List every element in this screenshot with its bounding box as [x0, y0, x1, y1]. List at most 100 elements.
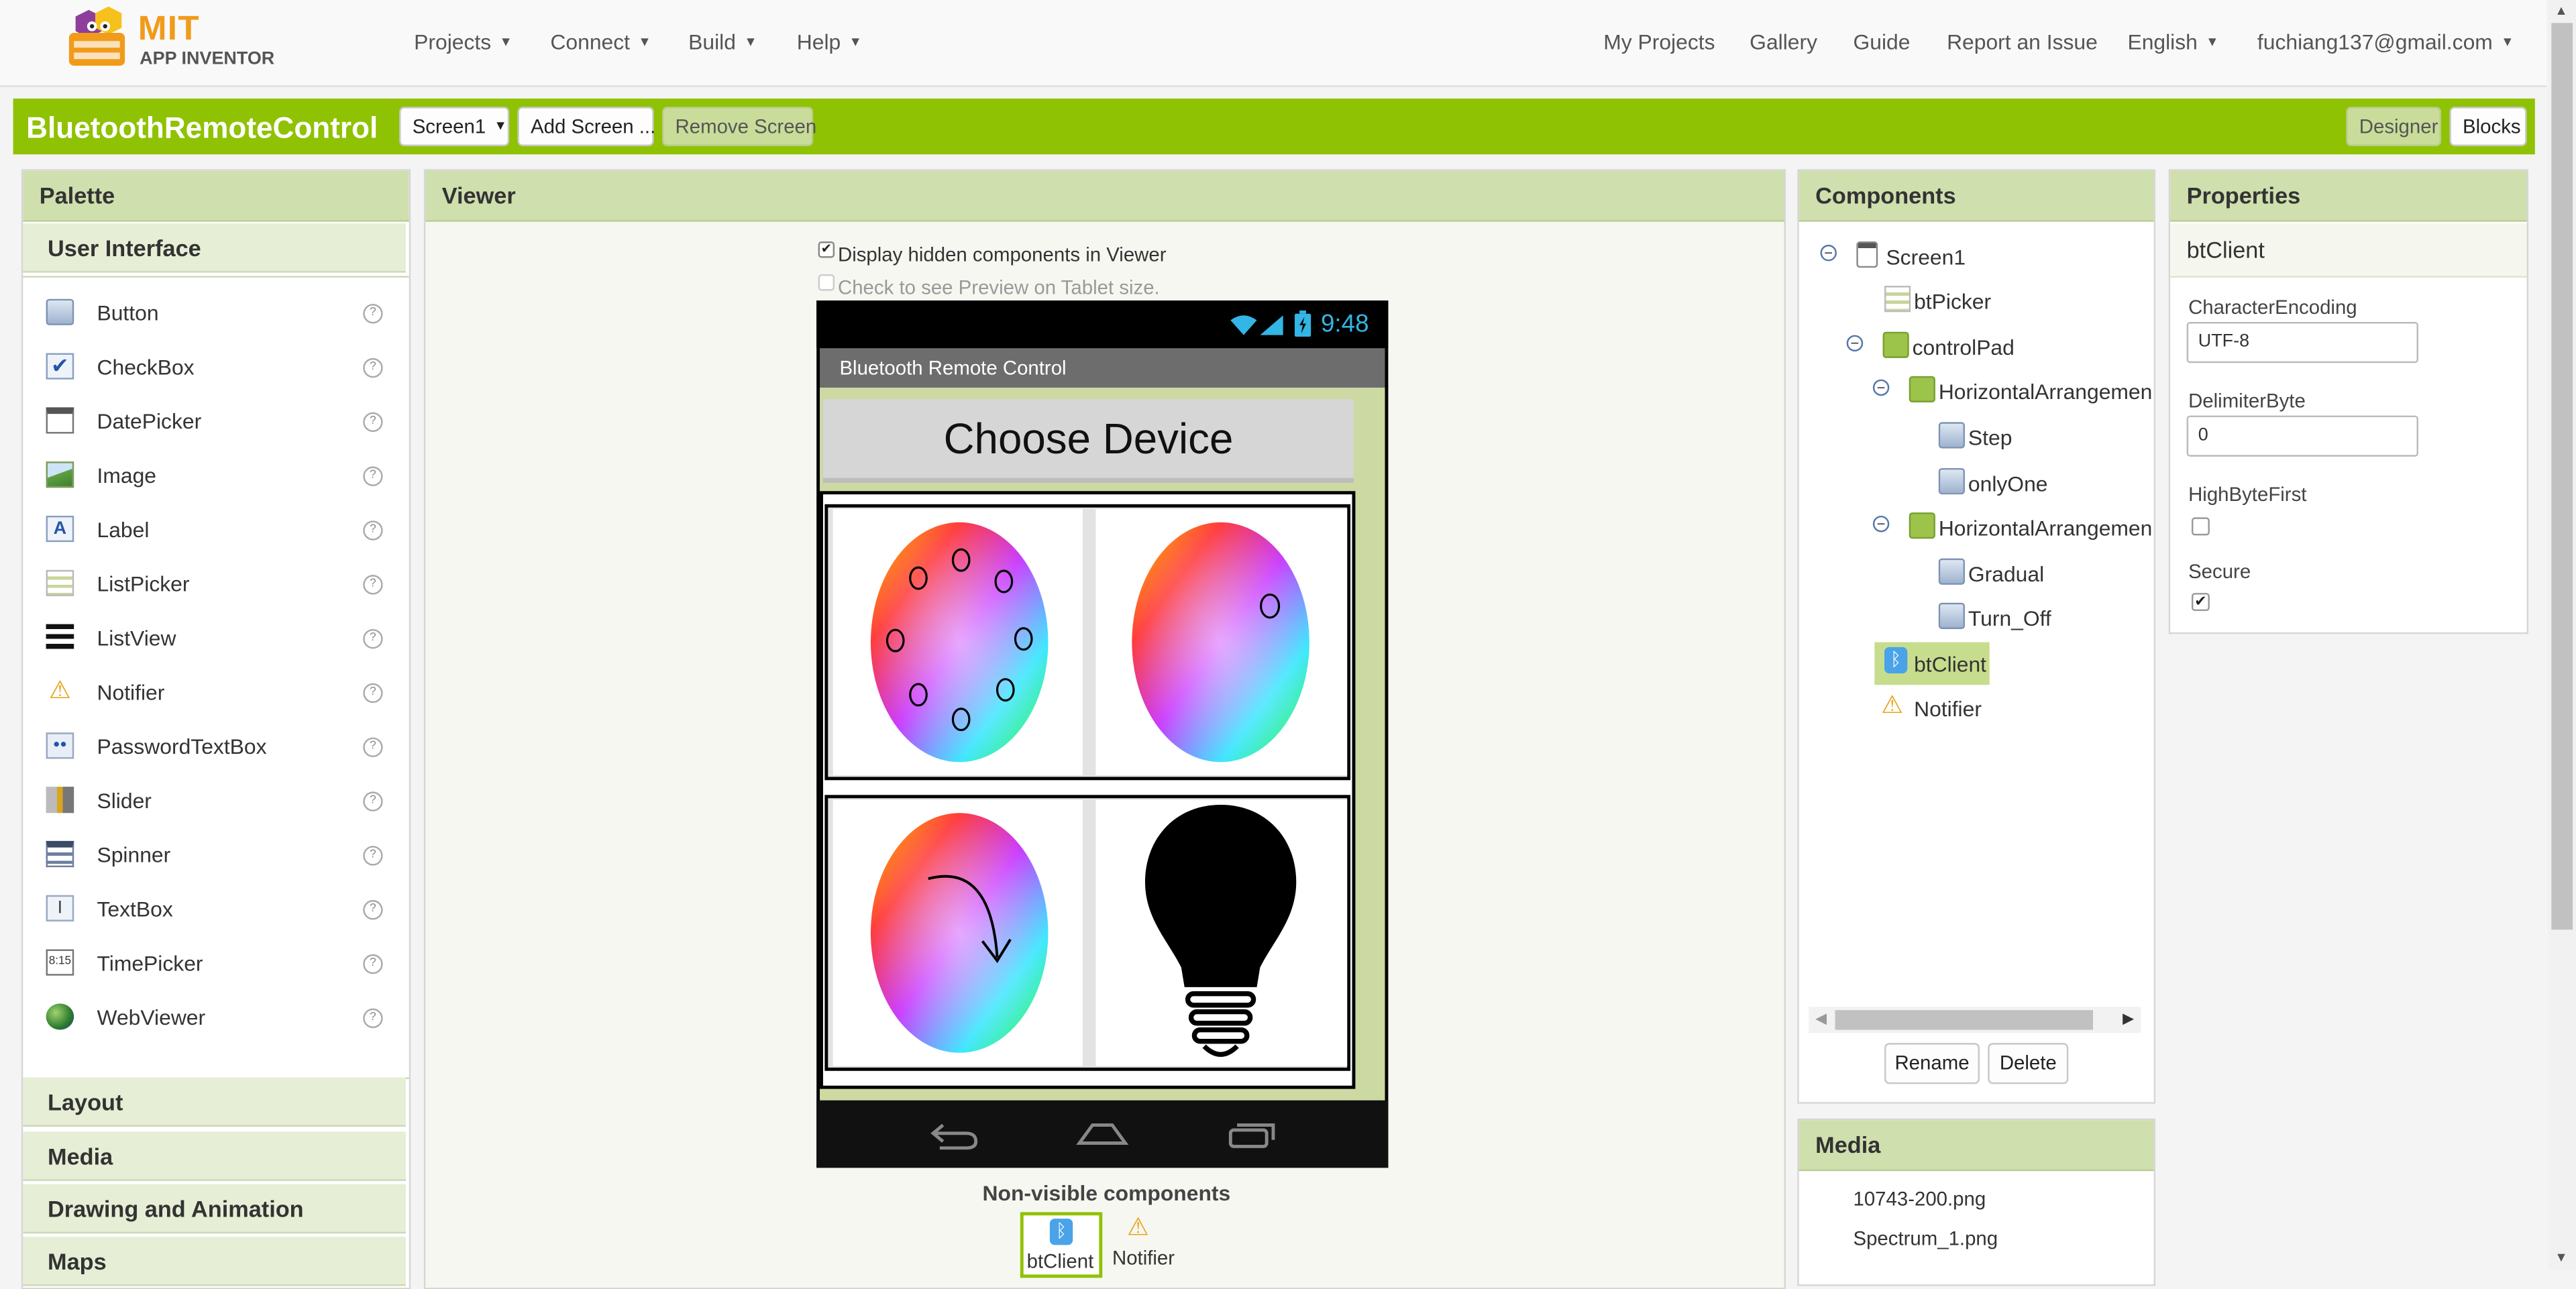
tablet-preview-checkbox[interactable] — [818, 274, 835, 291]
palette-item-slider[interactable]: Slider ? — [25, 773, 405, 828]
screen-select-value: Screen1 — [412, 115, 486, 138]
choose-device-button[interactable]: Choose Device — [822, 399, 1354, 484]
nav-link-gallery[interactable]: Gallery — [1750, 30, 1817, 54]
notifier-icon: ⚠ — [1881, 691, 1904, 720]
nav-menu-projects[interactable]: Projects ▼ — [414, 30, 513, 54]
help-icon[interactable]: ? — [363, 846, 383, 866]
only-one-button[interactable] — [1095, 509, 1348, 775]
help-icon[interactable]: ? — [363, 628, 383, 649]
collapse-icon[interactable]: − — [1872, 515, 1890, 533]
nonvisible-notifier[interactable]: ⚠ Notifier — [1111, 1212, 1183, 1278]
help-icon[interactable]: ? — [363, 304, 383, 324]
scroll-down-icon[interactable]: ▼ — [2555, 1250, 2567, 1265]
palette-item-spinner[interactable]: Spinner ? — [25, 828, 405, 882]
checkbox-icon: ✔ — [46, 353, 74, 380]
help-icon[interactable]: ? — [363, 1008, 383, 1029]
gradual-button[interactable] — [833, 799, 1083, 1066]
properties-panel: Properties btClient CharacterEncoding UT… — [2168, 169, 2529, 634]
nav-link-report-issue[interactable]: Report an Issue — [1947, 30, 2098, 54]
scrollbar-thumb[interactable] — [1835, 1010, 2094, 1030]
delete-button[interactable]: Delete — [1988, 1043, 2069, 1084]
add-screen-button[interactable]: Add Screen ... — [517, 107, 655, 146]
listpicker-icon — [1884, 286, 1911, 313]
home-icon[interactable] — [1076, 1120, 1129, 1150]
palette-category-media[interactable]: Media — [23, 1131, 406, 1181]
account-menu[interactable]: fuchiang137@gmail.com ▼ — [2257, 30, 2514, 54]
media-file-item[interactable]: 10743-200.png — [1853, 1188, 1986, 1211]
button-icon — [1938, 602, 1966, 629]
help-icon[interactable]: ? — [363, 357, 383, 378]
collapse-icon[interactable]: − — [1846, 335, 1864, 352]
rename-button[interactable]: Rename — [1884, 1043, 1980, 1084]
page-scrollbar[interactable]: ▲ ▼ — [2548, 0, 2576, 1270]
collapse-icon[interactable]: − — [1872, 379, 1890, 396]
palette-item-textbox[interactable]: I TextBox ? — [25, 882, 405, 936]
turn-off-button[interactable] — [1095, 799, 1348, 1066]
palette-item-timepicker[interactable]: 8:15 TimePicker ? — [25, 936, 405, 991]
nav-link-my-projects[interactable]: My Projects — [1603, 30, 1715, 54]
palette-category-user-interface[interactable]: User Interface — [23, 223, 406, 273]
tree-item-label: HorizontalArrangemen — [1938, 379, 2153, 404]
palette-category-drawing-animation[interactable]: Drawing and Animation — [23, 1184, 406, 1234]
help-icon[interactable]: ? — [363, 737, 383, 757]
palette-item-passwordtextbox[interactable]: ●● PasswordTextBox ? — [25, 720, 405, 774]
palette-category-layout[interactable]: Layout — [23, 1077, 406, 1127]
help-icon[interactable]: ? — [363, 412, 383, 433]
components-horizontal-scrollbar[interactable]: ◀ ▶ — [1809, 1007, 2141, 1033]
palette-item-label: Slider — [97, 788, 152, 814]
scroll-right-icon[interactable]: ▶ — [2123, 1010, 2134, 1028]
palette-category-maps[interactable]: Maps — [23, 1237, 406, 1286]
scroll-up-icon[interactable]: ▲ — [2555, 3, 2567, 18]
high-byte-first-checkbox[interactable] — [2191, 517, 2210, 536]
help-icon[interactable]: ? — [363, 683, 383, 704]
designer-button[interactable]: Designer — [2346, 107, 2442, 146]
remove-screen-button[interactable]: Remove Screen — [661, 107, 816, 146]
palette-item-label[interactable]: A Label ? — [25, 502, 405, 557]
nav-link-guide[interactable]: Guide — [1853, 30, 1910, 54]
character-encoding-input[interactable]: UTF-8 — [2186, 322, 2418, 363]
logo-icon — [68, 6, 125, 66]
scrollbar-thumb[interactable] — [2551, 23, 2573, 930]
nav-menu-build[interactable]: Build ▼ — [688, 30, 757, 54]
datepicker-icon — [46, 407, 74, 434]
language-menu[interactable]: English ▼ — [2127, 30, 2218, 54]
help-icon[interactable]: ? — [363, 520, 383, 541]
collapse-icon[interactable]: − — [1820, 244, 1837, 262]
palette-item-button[interactable]: Button ? — [25, 286, 405, 340]
help-icon[interactable]: ? — [363, 791, 383, 811]
nav-menu-connect[interactable]: Connect ▼ — [550, 30, 651, 54]
tree-item-label: Notifier — [1914, 696, 1982, 722]
step-button[interactable] — [833, 509, 1083, 775]
screen-select-dropdown[interactable]: Screen1 ▼ — [399, 107, 510, 146]
secure-checkbox[interactable]: ✔ — [2191, 593, 2210, 612]
palette-item-label: TimePicker — [97, 950, 203, 976]
palette-item-listpicker[interactable]: ListPicker ? — [25, 557, 405, 611]
button-icon — [46, 298, 74, 325]
palette-item-datepicker[interactable]: DatePicker ? — [25, 394, 405, 449]
palette-item-webviewer[interactable]: WebViewer ? — [25, 991, 405, 1045]
palette-item-listview[interactable]: ListView ? — [25, 611, 405, 665]
media-file-item[interactable]: Spectrum_1.png — [1853, 1227, 1998, 1249]
palette-item-label: Image — [97, 463, 156, 488]
delimiter-byte-input[interactable]: 0 — [2186, 415, 2418, 457]
blocks-button[interactable]: Blocks — [2449, 107, 2527, 146]
notifier-icon: ⚠ — [1127, 1213, 1149, 1242]
palette-item-checkbox[interactable]: ✔ CheckBox ? — [25, 340, 405, 394]
help-icon[interactable]: ? — [363, 466, 383, 486]
palette-item-image[interactable]: Image ? — [25, 449, 405, 503]
tree-item-label: Turn_Off — [1968, 606, 2051, 631]
palette-panel: Palette User Interface Button ? ✔ CheckB… — [21, 169, 411, 1289]
prop-delimiter-byte-label: DelimiterByte — [2188, 389, 2306, 412]
help-icon[interactable]: ? — [363, 575, 383, 595]
help-icon[interactable]: ? — [363, 954, 383, 974]
tree-item-btclient[interactable]: ᛒ btClient — [1874, 642, 1990, 685]
scroll-left-icon[interactable]: ◀ — [1815, 1010, 1827, 1028]
recent-apps-icon[interactable] — [1227, 1120, 1276, 1150]
nonvisible-btclient[interactable]: ᛒ btClient — [1020, 1212, 1103, 1278]
nav-menu-help[interactable]: Help ▼ — [797, 30, 862, 54]
help-icon[interactable]: ? — [363, 900, 383, 920]
display-hidden-checkbox[interactable]: ✔ — [818, 241, 835, 258]
app-inventor-logo[interactable]: MIT APP INVENTOR — [59, 6, 274, 76]
back-icon[interactable] — [930, 1120, 979, 1150]
palette-item-notifier[interactable]: ⚠ Notifier ? — [25, 665, 405, 720]
